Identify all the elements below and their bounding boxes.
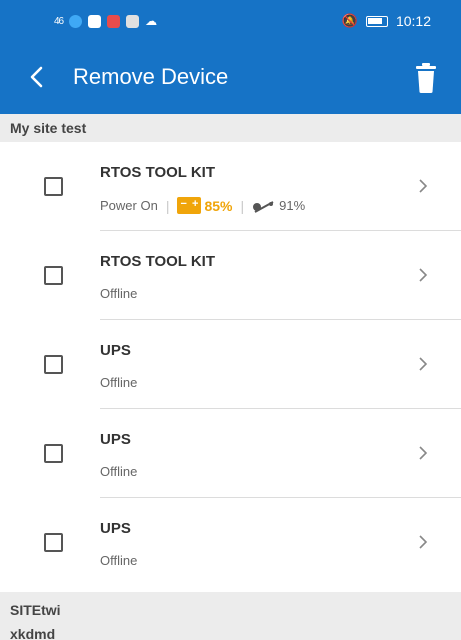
device-status: Offline — [100, 375, 138, 390]
site-header: My site test — [0, 114, 461, 142]
device-list: RTOS TOOL KIT Power On | − + 85% | 91% RT… — [0, 142, 461, 587]
site-name: SITEtwi — [10, 602, 61, 618]
chevron-left-icon — [30, 66, 43, 88]
site-name-continued: xkdmd — [10, 626, 56, 640]
device-checkbox[interactable] — [44, 266, 63, 285]
device-row[interactable]: UPS Offline — [0, 498, 461, 587]
site-header: SITEtwi xkdmd — [0, 592, 461, 640]
chevron-right-icon — [419, 535, 428, 549]
app-header: 46 ☁ 🔕 10:12 Remove Device — [0, 0, 461, 114]
chevron-right-icon — [419, 268, 428, 282]
app-bar: Remove Device — [0, 48, 461, 108]
device-checkbox[interactable] — [44, 355, 63, 374]
device-name: UPS — [100, 342, 131, 359]
device-checkbox[interactable] — [44, 444, 63, 463]
status-time: 10:12 — [395, 13, 431, 29]
divider: | — [165, 197, 170, 214]
load-percentage: 91% — [279, 198, 306, 213]
trash-icon — [416, 63, 436, 93]
chevron-right-icon — [419, 179, 428, 193]
device-checkbox[interactable] — [44, 533, 63, 552]
device-name: UPS — [100, 520, 131, 537]
cloud-icon: ☁ — [145, 14, 158, 28]
chevron-right-icon — [419, 357, 428, 371]
chevron-right-icon — [419, 446, 428, 460]
device-status: Offline — [100, 286, 138, 301]
device-row[interactable]: UPS Offline — [0, 320, 461, 409]
app-icon-4 — [126, 14, 140, 28]
device-row[interactable]: UPS Offline — [0, 409, 461, 498]
device-name: UPS — [100, 431, 131, 448]
app-icon-2 — [88, 14, 102, 28]
status-bar: 46 ☁ 🔕 10:12 — [0, 0, 461, 44]
device-status-line: Power On | − + 85% | 91% — [100, 197, 305, 214]
device-checkbox[interactable] — [44, 177, 63, 196]
page-title: Remove Device — [73, 64, 229, 89]
device-row[interactable]: RTOS TOOL KIT Power On | − + 85% | 91% — [0, 142, 461, 231]
device-status: Offline — [100, 464, 138, 479]
delete-button[interactable] — [413, 62, 439, 94]
device-name: RTOS TOOL KIT — [100, 164, 216, 181]
app-icon-3 — [107, 14, 121, 28]
battery-icon — [365, 15, 388, 27]
back-button[interactable] — [22, 62, 50, 92]
site-name: My site test — [10, 120, 87, 136]
device-status: Offline — [100, 553, 138, 568]
load-icon — [253, 200, 274, 213]
signal-icon: 46 — [54, 15, 64, 27]
app-icon-1 — [69, 14, 83, 28]
battery-percentage: 85% — [204, 197, 233, 214]
device-row[interactable]: RTOS TOOL KIT Offline — [0, 231, 461, 320]
divider: | — [240, 197, 245, 214]
device-status: Power On — [100, 198, 158, 213]
battery-level-icon: − + — [177, 197, 202, 214]
mute-icon: 🔕 — [341, 13, 358, 28]
device-name: RTOS TOOL KIT — [100, 253, 216, 270]
